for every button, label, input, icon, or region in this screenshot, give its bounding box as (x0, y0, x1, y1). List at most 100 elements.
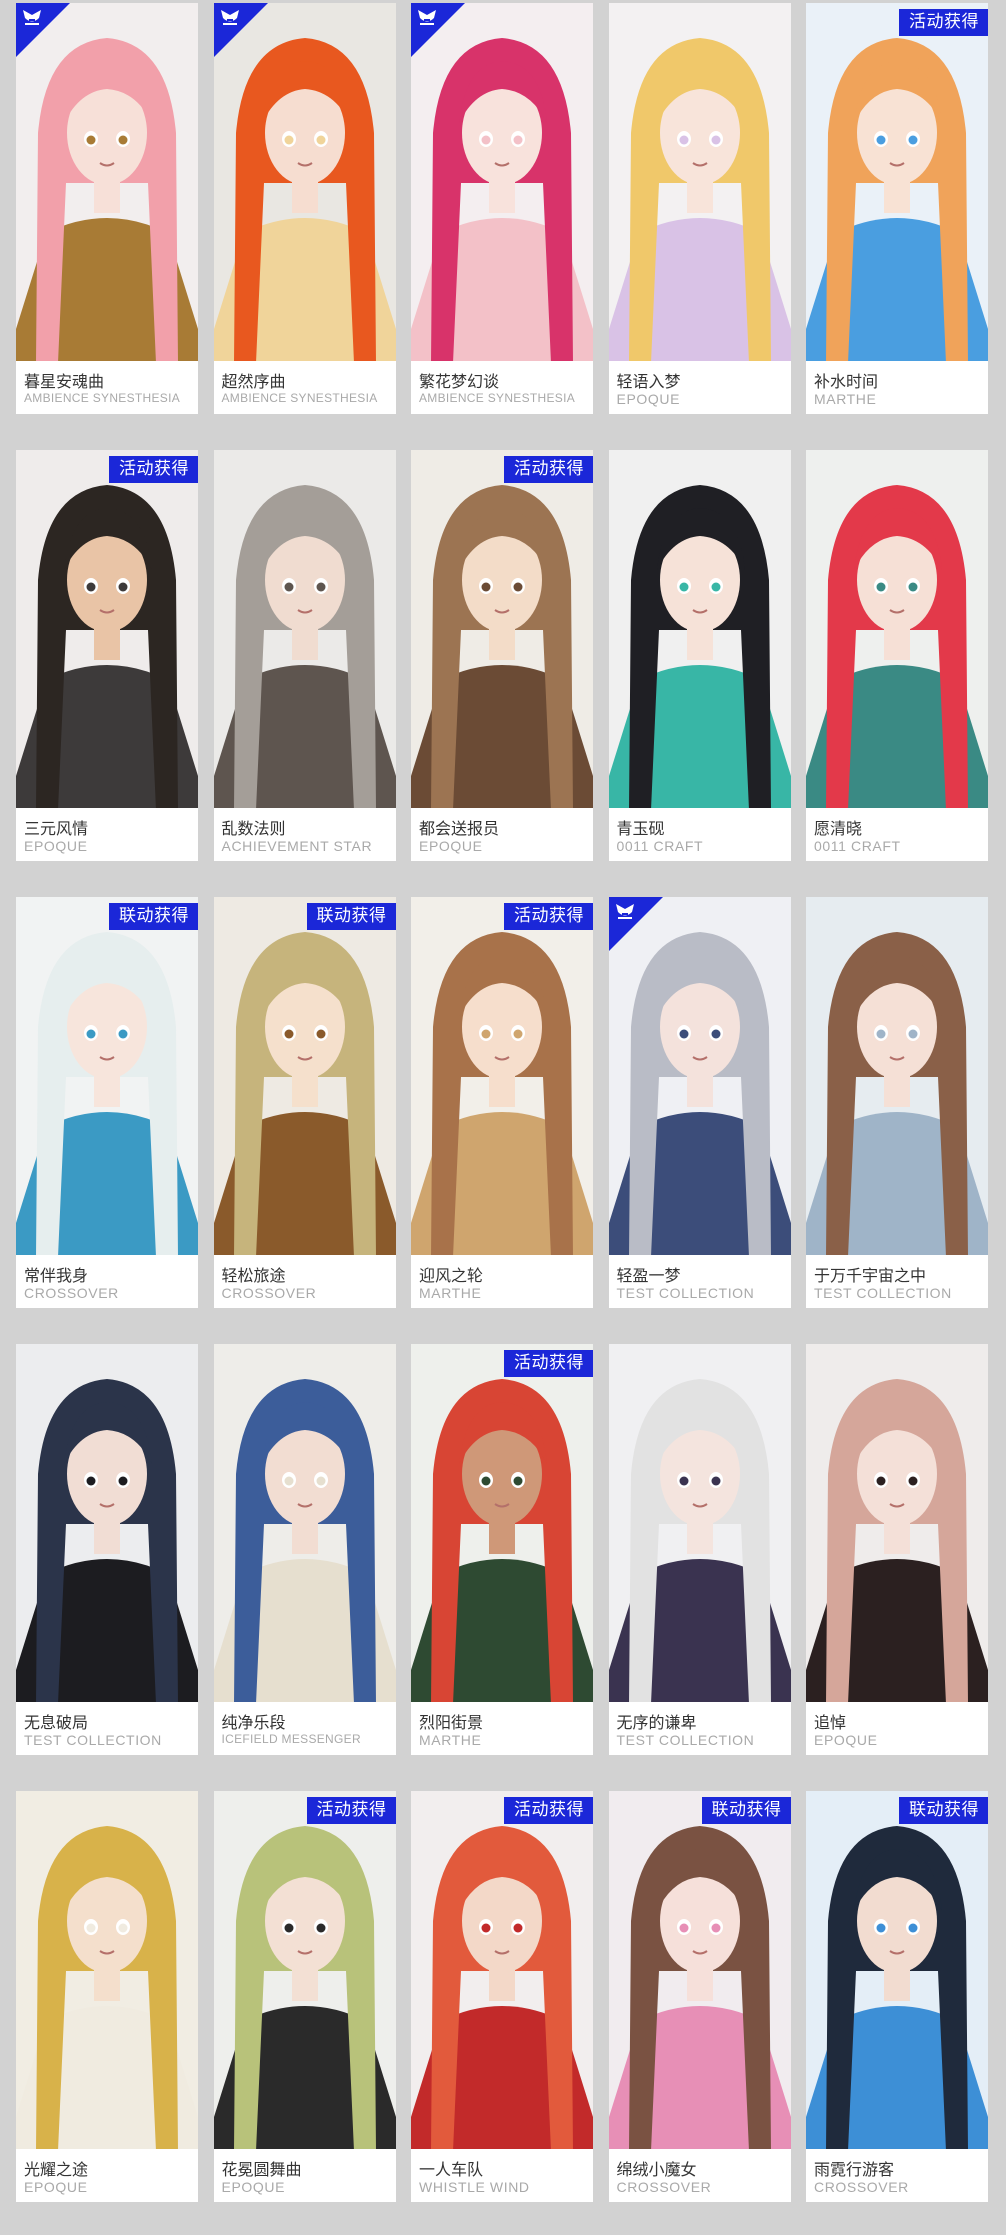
skin-artwork (411, 897, 593, 1255)
skin-series: EPOQUE (419, 838, 483, 854)
skin-artwork (16, 1791, 198, 2149)
crest-icon (614, 901, 636, 921)
skin-series: EPOQUE (24, 838, 88, 854)
skin-artwork (608, 1344, 791, 1702)
skin-series: CROSSOVER (24, 1285, 119, 1301)
skin-card[interactable]: 纯净乐段 ICEFIELD MESSENGER (213, 1344, 396, 1755)
skin-card[interactable]: 联动获得 雨霓行游客 CROSSOVER (806, 1791, 988, 2202)
skin-artwork (213, 1791, 396, 2149)
skin-card[interactable]: 联动获得 绵绒小魔女 CROSSOVER (608, 1791, 791, 2202)
skin-artwork (411, 1791, 593, 2149)
skin-artwork (806, 3, 988, 361)
skin-card[interactable]: 无序的谦卑 TEST COLLECTION (608, 1344, 791, 1755)
acquisition-tag: 联动获得 (899, 1797, 988, 1824)
skin-name: 迎风之轮 (419, 1266, 484, 1285)
skin-artwork (608, 3, 791, 361)
skin-series: EPOQUE (814, 1732, 878, 1748)
skin-name: 一人车队 (419, 2160, 484, 2179)
skin-series: AMBIENCE SYNESTHESIA (24, 391, 181, 405)
skin-name: 无息破局 (24, 1713, 89, 1732)
skin-card[interactable]: 繁花梦幻谈 AMBIENCE SYNESTHESIA (411, 3, 593, 414)
skin-artwork (608, 450, 791, 808)
skin-series: ACHIEVEMENT STAR (221, 838, 373, 854)
skin-name: 轻松旅途 (221, 1266, 286, 1285)
skin-artwork (213, 1344, 396, 1702)
skin-series: 0011 CRAFT (814, 838, 901, 854)
skin-artwork (16, 897, 198, 1255)
skin-series: CROSSOVER (616, 2179, 712, 2195)
skin-name: 烈阳街景 (419, 1713, 484, 1732)
skin-series: ICEFIELD MESSENGER (221, 1732, 361, 1746)
skin-name: 三元风情 (24, 819, 89, 838)
acquisition-tag: 活动获得 (899, 9, 988, 36)
skin-card[interactable]: 暮星安魂曲 AMBIENCE SYNESTHESIA (16, 3, 198, 414)
skin-card[interactable]: 活动获得烈阳街景 MARTHE (411, 1344, 593, 1755)
skin-name: 追悼 (814, 1713, 847, 1732)
skin-name: 于万千宇宙之中 (814, 1266, 927, 1285)
crest-icon (416, 7, 438, 27)
skin-name: 花冕圆舞曲 (221, 2160, 302, 2179)
skin-card[interactable]: 联动获得 常伴我身 CROSSOVER (16, 897, 198, 1308)
acquisition-tag: 联动获得 (306, 903, 396, 930)
skin-card[interactable]: 活动获得三元风情 EPOQUE (16, 450, 198, 861)
skin-artwork (411, 1344, 593, 1702)
skin-series: AMBIENCE SYNESTHESIA (221, 391, 378, 405)
skin-series: WHISTLE WIND (419, 2179, 530, 2195)
skin-name: 暮星安魂曲 (24, 372, 105, 391)
skin-card[interactable]: 超然序曲 AMBIENCE SYNESTHESIA (213, 3, 396, 414)
skin-series: TEST COLLECTION (616, 1732, 755, 1748)
skin-artwork (213, 450, 396, 808)
acquisition-tag: 活动获得 (504, 1797, 593, 1824)
skin-name: 纯净乐段 (221, 1713, 286, 1732)
acquisition-tag: 活动获得 (504, 903, 593, 930)
skin-series: MARTHE (419, 1285, 482, 1301)
skin-name: 轻盈一梦 (616, 1266, 681, 1285)
acquisition-tag: 活动获得 (109, 456, 198, 483)
acquisition-tag: 活动获得 (504, 1350, 593, 1377)
skin-artwork (806, 1791, 988, 2149)
skin-card[interactable]: 追悼 EPOQUE (806, 1344, 988, 1755)
skin-card[interactable]: 活动获得一人车队 WHISTLE WIND (411, 1791, 593, 2202)
skin-series: EPOQUE (616, 391, 681, 407)
skin-card[interactable]: 光耀之途 EPOQUE (16, 1791, 198, 2202)
skin-series: MARTHE (814, 391, 877, 407)
skin-name: 乱数法则 (221, 819, 286, 838)
skin-gallery-grid: 暮星安魂曲 AMBIENCE SYNESTHESIA 超然序曲 AMBIENCE SY… (16, 3, 988, 2202)
skin-name: 光耀之途 (24, 2160, 89, 2179)
skin-series: CROSSOVER (221, 1285, 317, 1301)
skin-card[interactable]: 活动获得迎风之轮 MARTHE (411, 897, 593, 1308)
skin-series: EPOQUE (221, 2179, 286, 2195)
skin-artwork (16, 450, 198, 808)
skin-card[interactable]: 愿清晓 0011 CRAFT (806, 450, 988, 861)
skin-artwork (806, 450, 988, 808)
skin-name: 无序的谦卑 (616, 1713, 697, 1732)
acquisition-tag: 联动获得 (701, 1797, 791, 1824)
skin-artwork (608, 1791, 791, 2149)
skin-series: 0011 CRAFT (616, 838, 704, 854)
skin-series: TEST COLLECTION (814, 1285, 952, 1301)
skin-card[interactable]: 于万千宇宙之中 TEST COLLECTION (806, 897, 988, 1308)
acquisition-tag: 联动获得 (109, 903, 198, 930)
skin-series: TEST COLLECTION (616, 1285, 755, 1301)
skin-card[interactable]: 联动获得轻松旅途 CROSSOVER (213, 897, 396, 1308)
skin-name: 愿清晓 (814, 819, 863, 838)
skin-name: 繁花梦幻谈 (419, 372, 500, 391)
acquisition-tag: 活动获得 (306, 1797, 396, 1824)
skin-series: MARTHE (419, 1732, 482, 1748)
skin-card[interactable]: 轻语入梦 EPOQUE (608, 3, 791, 414)
skin-card[interactable]: 活动获得都会送报员 EPOQUE (411, 450, 593, 861)
skin-card[interactable]: 无息破局 TEST COLLECTION (16, 1344, 198, 1755)
skin-artwork (213, 897, 396, 1255)
skin-artwork (806, 897, 988, 1255)
skin-card[interactable]: 青玉砚 0011 CRAFT (608, 450, 791, 861)
skin-card[interactable]: 活动获得 补水时间 MARTHE (806, 3, 988, 414)
skin-name: 都会送报员 (419, 819, 500, 838)
skin-card[interactable]: 活动获得花冕圆舞曲 EPOQUE (213, 1791, 396, 2202)
skin-card[interactable]: 轻盈一梦 TEST COLLECTION (608, 897, 791, 1308)
skin-name: 雨霓行游客 (814, 2160, 895, 2179)
skin-series: AMBIENCE SYNESTHESIA (419, 391, 576, 405)
skin-card[interactable]: 乱数法则 ACHIEVEMENT STAR (213, 450, 396, 861)
skin-artwork (806, 1344, 988, 1702)
acquisition-tag: 活动获得 (504, 456, 593, 483)
crest-icon (21, 7, 43, 27)
